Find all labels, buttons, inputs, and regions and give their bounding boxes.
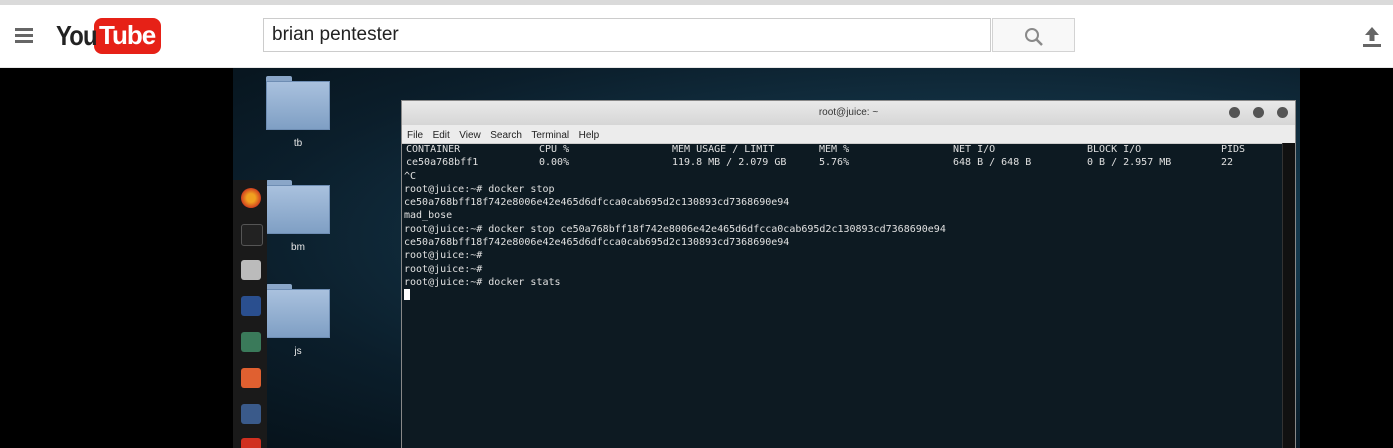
logo-you-text: You <box>56 20 97 51</box>
metasploit-icon[interactable] <box>241 296 261 316</box>
minimize-icon[interactable] <box>1229 107 1240 118</box>
stats-header-row: CONTAINER CPU % MEM USAGE / LIMIT MEM % … <box>404 143 1284 156</box>
stats-value-cell: 5.76% <box>819 157 850 169</box>
stats-header-cell: NET I/O <box>953 144 996 155</box>
menu-file[interactable]: File <box>407 130 423 141</box>
stats-value-cell: 119.8 MB / 2.079 GB <box>672 157 787 169</box>
menu-edit[interactable]: Edit <box>433 130 450 141</box>
firefox-icon[interactable] <box>241 188 261 208</box>
terminal-menubar: File Edit View Search Terminal Help <box>402 125 1295 144</box>
youtube-header: You Tube brian pentester <box>0 5 1393 68</box>
upload-icon[interactable] <box>1362 26 1382 48</box>
terminal-line: root@juice:~# docker stop ce50a768bff18f… <box>404 223 946 235</box>
video-frame: tb bm js root@juice: ~ File Edit View Se… <box>233 68 1300 448</box>
menu-terminal[interactable]: Terminal <box>531 130 569 141</box>
terminal-icon[interactable] <box>241 224 263 246</box>
folder-label: tb <box>293 138 303 149</box>
stats-value-cell: ce50a768bff1 <box>406 157 479 169</box>
files-icon[interactable] <box>241 260 261 280</box>
stats-value-row: ce50a768bff1 0.00% 119.8 MB / 2.079 GB 5… <box>404 156 1284 169</box>
terminal-cursor-line <box>404 289 1284 302</box>
stats-header-cell: MEM % <box>819 144 850 155</box>
terminal-line: root@juice:~# docker stats <box>404 276 561 288</box>
video-player[interactable]: tb bm js root@juice: ~ File Edit View Se… <box>0 68 1393 448</box>
text-cursor <box>404 289 410 301</box>
stats-value-cell: 22 <box>1221 157 1234 169</box>
logo-tube-text: Tube <box>94 18 162 54</box>
folder-icon[interactable] <box>266 180 330 234</box>
maximize-icon[interactable] <box>1253 107 1264 118</box>
burpsuite-icon[interactable] <box>241 368 261 388</box>
stats-value-cell: 0 B / 2.957 MB <box>1087 157 1172 169</box>
terminal-title: root@juice: ~ <box>818 107 879 118</box>
terminal-line: ce50a768bff18f742e8006e42e465d6dfcca0cab… <box>404 197 790 209</box>
terminal-line: root@juice:~# docker stop <box>404 183 555 195</box>
youtube-logo[interactable]: You Tube <box>56 18 162 54</box>
close-icon[interactable] <box>1277 107 1288 118</box>
search-button[interactable] <box>992 18 1075 52</box>
stats-header-cell: MEM USAGE / LIMIT <box>672 144 775 155</box>
stats-value-cell: 0.00% <box>539 157 570 169</box>
armitage-icon[interactable] <box>241 332 261 352</box>
maltego-icon[interactable] <box>241 404 261 424</box>
menu-help[interactable]: Help <box>579 130 600 141</box>
terminal-window[interactable]: root@juice: ~ File Edit View Search Term… <box>401 100 1296 448</box>
stats-value-cell: 648 B / 648 B <box>953 157 1032 169</box>
stats-header-cell: PIDS <box>1221 144 1246 155</box>
terminal-output[interactable]: CONTAINER CPU % MEM USAGE / LIMIT MEM % … <box>402 143 1284 448</box>
terminal-line: ce50a768bff18f742e8006e42e465d6dfcca0cab… <box>404 237 790 249</box>
folder-icon[interactable] <box>266 284 330 338</box>
terminal-line: root@juice:~# <box>404 250 483 262</box>
terminal-line: mad_bose <box>404 210 453 222</box>
terminal-line: ^C <box>404 170 417 182</box>
folder-label: js <box>294 346 302 357</box>
search-input[interactable]: brian pentester <box>263 18 991 52</box>
menu-view[interactable]: View <box>459 130 481 141</box>
folder-icon[interactable] <box>266 76 330 130</box>
search-icon <box>1025 28 1043 46</box>
terminal-line: root@juice:~# <box>404 263 483 275</box>
terminal-scrollbar[interactable] <box>1282 143 1295 448</box>
folder-label: bm <box>291 242 305 253</box>
menu-icon[interactable] <box>15 27 35 43</box>
menu-search[interactable]: Search <box>490 130 522 141</box>
stats-header-cell: CONTAINER <box>406 144 461 155</box>
stats-header-cell: CPU % <box>539 144 570 155</box>
app-icon[interactable] <box>241 438 261 448</box>
application-dock <box>233 180 267 448</box>
stats-header-cell: BLOCK I/O <box>1087 144 1142 155</box>
terminal-titlebar[interactable]: root@juice: ~ <box>402 101 1295 125</box>
